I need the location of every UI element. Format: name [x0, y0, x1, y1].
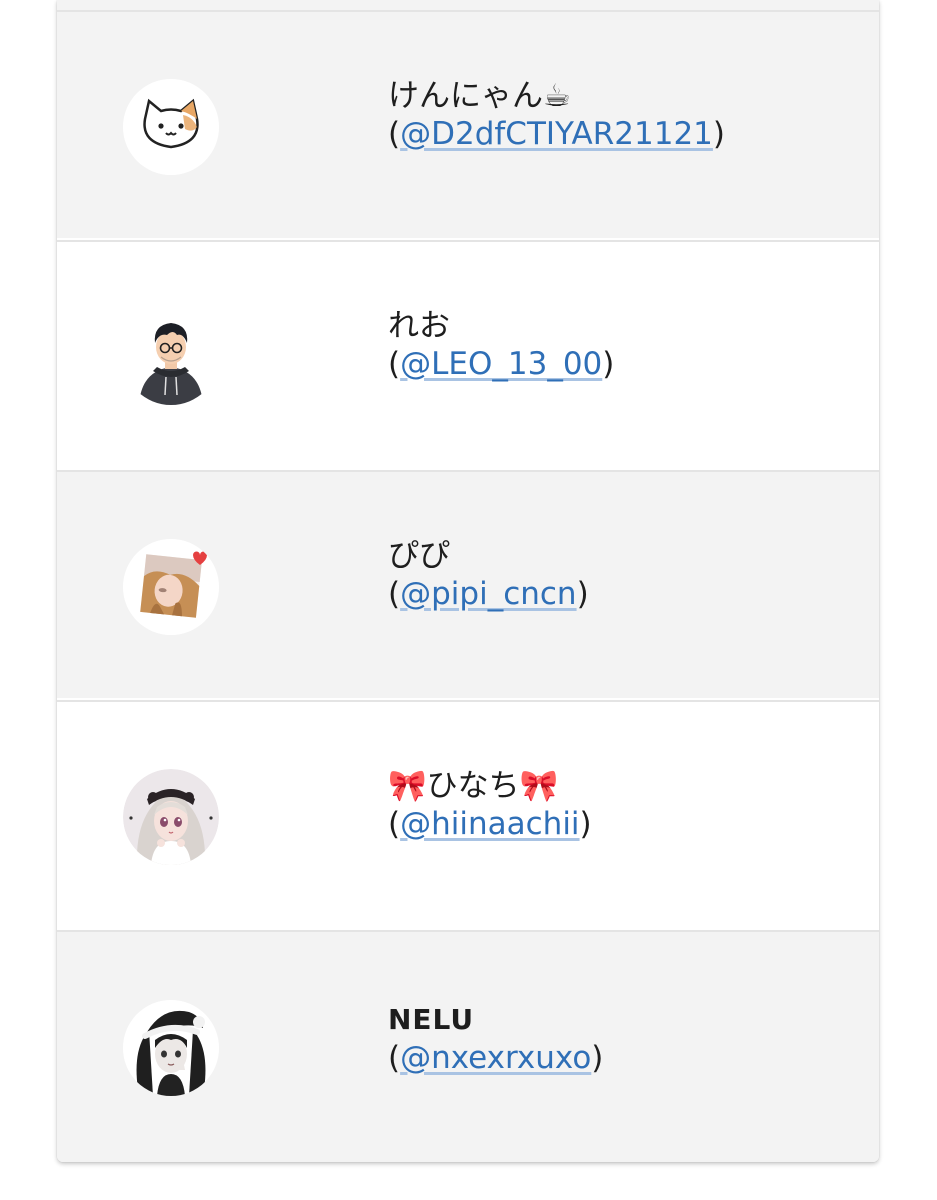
user-info: ぴぴ (@pipi_cncn): [388, 536, 868, 614]
user-info: NELU (@nxexrxuxo): [388, 1000, 868, 1078]
santa-hat-girl-avatar[interactable]: [123, 1000, 219, 1096]
user-row: れお (@LEO_13_00): [57, 240, 879, 468]
page: けんにゃん☕ (@D2dfCTIYAR21121) れお (@LEO_13_00…: [0, 0, 937, 1200]
user-display-name: れお: [388, 308, 450, 344]
user-handle-link[interactable]: @nxexrxuxo: [400, 1040, 591, 1076]
user-handle-line: (@LEO_13_00): [388, 346, 615, 382]
user-handle-line: (@D2dfCTIYAR21121): [388, 116, 726, 152]
user-display-name: NELU: [388, 1003, 475, 1036]
user-list-card: けんにゃん☕ (@D2dfCTIYAR21121) れお (@LEO_13_00…: [57, 0, 879, 1162]
user-handle-link[interactable]: @D2dfCTIYAR21121: [400, 116, 713, 152]
user-handle-line: (@hiinaachii): [388, 806, 592, 842]
user-handle-link[interactable]: @pipi_cncn: [400, 576, 576, 612]
hoodie-man-avatar[interactable]: [123, 309, 219, 405]
user-info: れお (@LEO_13_00): [388, 306, 868, 384]
user-row: けんにゃん☕ (@D2dfCTIYAR21121): [57, 10, 879, 238]
user-handle-link[interactable]: @hiinaachii: [400, 806, 579, 842]
anime-girl-avatar[interactable]: [123, 769, 219, 865]
user-handle-link[interactable]: @LEO_13_00: [400, 346, 602, 382]
user-row: 🎀ひなち🎀 (@hiinaachii): [57, 700, 879, 928]
user-handle-line: (@nxexrxuxo): [388, 1040, 604, 1076]
user-info: けんにゃん☕ (@D2dfCTIYAR21121): [388, 76, 868, 154]
photo-girl-avatar[interactable]: [123, 539, 219, 635]
user-display-name: 🎀ひなち🎀: [388, 768, 559, 804]
user-display-name: ぴぴ: [388, 538, 450, 574]
previous-row-edge: [57, 0, 879, 10]
user-row: NELU (@nxexrxuxo): [57, 930, 879, 1162]
user-display-name: けんにゃん☕: [388, 78, 571, 114]
user-row: ぴぴ (@pipi_cncn): [57, 470, 879, 698]
user-handle-line: (@pipi_cncn): [388, 576, 589, 612]
user-info: 🎀ひなち🎀 (@hiinaachii): [388, 766, 868, 844]
cat-avatar[interactable]: [123, 79, 219, 175]
